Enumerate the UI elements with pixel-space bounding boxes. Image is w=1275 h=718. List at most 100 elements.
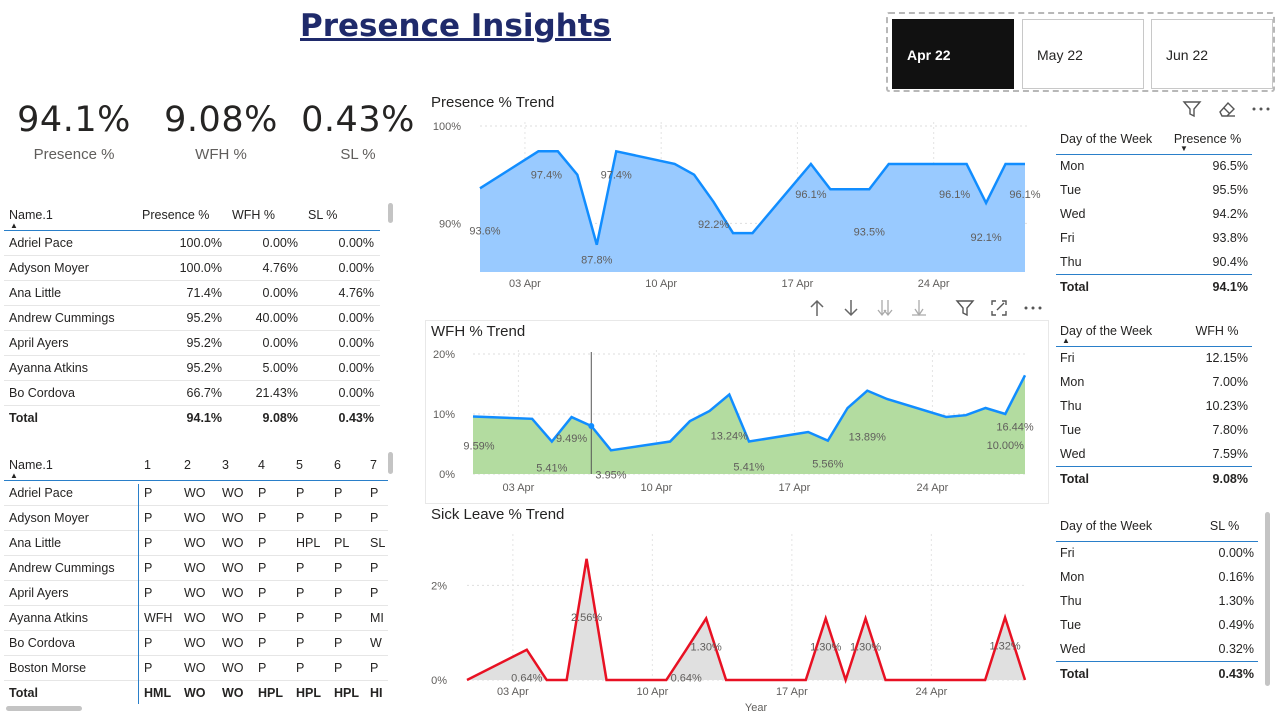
- table-row[interactable]: Adriel Pace P WO WO P P P P: [4, 480, 388, 506]
- column-header-day[interactable]: 4: [252, 450, 290, 481]
- status-cell: P: [138, 555, 178, 581]
- sort-ascending-icon: ▲: [1062, 336, 1070, 345]
- status-cell: P: [290, 505, 328, 531]
- table-row[interactable]: April Ayers 95.2% 0.00% 0.00%: [4, 330, 380, 356]
- total-cell: Total: [4, 404, 134, 431]
- drill-down-icon[interactable]: [840, 297, 862, 319]
- column-header-name[interactable]: Name.1: [4, 200, 134, 231]
- table-row[interactable]: Adyson Moyer P WO WO P P P P: [4, 505, 388, 531]
- data-label: 96.1%: [795, 189, 826, 201]
- focus-mode-icon[interactable]: [988, 297, 1010, 319]
- matrix-scrollbar-horizontal[interactable]: [6, 706, 82, 711]
- table-row[interactable]: Ana Little 71.4% 0.00% 4.76%: [4, 280, 380, 306]
- column-header-wfh[interactable]: WFH %: [1171, 316, 1252, 347]
- table-row[interactable]: Tue 0.49%: [1056, 613, 1258, 637]
- column-header-sl[interactable]: SL %: [1185, 511, 1258, 542]
- y-tick-label: 2%: [431, 580, 447, 592]
- drill-up-icon[interactable]: [806, 297, 828, 319]
- column-header-day[interactable]: 3: [216, 450, 252, 481]
- slicer-item-jun[interactable]: Jun 22: [1151, 19, 1273, 89]
- table-cell: 0.00%: [228, 230, 304, 256]
- total-cell: WO: [216, 679, 252, 706]
- total-cell: HPL: [328, 679, 364, 706]
- column-header-wfh[interactable]: WFH %: [228, 200, 304, 231]
- day-cell: Fri: [1060, 351, 1075, 366]
- table-row[interactable]: Adyson Moyer 100.0% 4.76% 0.00%: [4, 255, 380, 281]
- sl-table-scrollbar[interactable]: [1265, 512, 1270, 686]
- status-cell: P: [252, 605, 290, 631]
- table-row[interactable]: Thu 1.30%: [1056, 589, 1258, 613]
- column-header-presence[interactable]: Presence %: [1165, 124, 1252, 155]
- table-row[interactable]: Mon 96.5%: [1056, 154, 1252, 178]
- data-label: 5.56%: [812, 459, 843, 471]
- column-header-day[interactable]: 1: [138, 450, 178, 481]
- table-cell: 100.0%: [134, 230, 228, 256]
- table-row[interactable]: Ayanna Atkins 95.2% 5.00% 0.00%: [4, 355, 380, 381]
- table-row[interactable]: Wed 94.2%: [1056, 202, 1252, 226]
- status-cell: P: [364, 505, 388, 531]
- value-cell: 0.32%: [1218, 641, 1254, 656]
- table-row[interactable]: Andrew Cummings 95.2% 40.00% 0.00%: [4, 305, 380, 331]
- table-row[interactable]: Mon 7.00%: [1056, 370, 1252, 394]
- x-tick-label: 03 Apr: [497, 686, 529, 698]
- table-row[interactable]: Mon 0.16%: [1056, 565, 1258, 589]
- status-cell: MI: [364, 605, 388, 631]
- table-row[interactable]: Bo Cordova 66.7% 21.43% 0.00%: [4, 380, 380, 406]
- table-row[interactable]: April Ayers P WO WO P P P P: [4, 580, 388, 606]
- slicer-item-apr[interactable]: Apr 22: [892, 19, 1014, 89]
- column-header-presence[interactable]: Presence %: [134, 200, 228, 231]
- table-row[interactable]: Boston Morse P WO WO P P P P: [4, 655, 388, 681]
- slicer-item-may[interactable]: May 22: [1022, 19, 1144, 89]
- table-row[interactable]: Ayanna Atkins WFH WO WO P P P MI: [4, 605, 388, 631]
- table-row[interactable]: Bo Cordova P WO WO P P P W: [4, 630, 388, 656]
- column-header-day[interactable]: 6: [328, 450, 364, 481]
- table-row[interactable]: Wed 0.32%: [1056, 637, 1258, 661]
- column-header-day[interactable]: Day of the Week: [1056, 316, 1172, 347]
- status-cell: WO: [216, 505, 252, 531]
- status-cell: P: [252, 480, 290, 506]
- filter-icon[interactable]: [1181, 98, 1203, 120]
- table-cell: 71.4%: [134, 280, 228, 306]
- expand-all-icon[interactable]: [908, 297, 930, 319]
- status-cell: P: [290, 630, 328, 656]
- sl-trend-chart[interactable]: 2% 0% 03 Apr 10 Apr 17 Apr 24 Apr 0.64% 2.56% 0.…: [425, 524, 1045, 718]
- table-cell: 0.00%: [304, 305, 380, 331]
- more-options-icon[interactable]: [1022, 297, 1044, 319]
- filter-icon[interactable]: [954, 297, 976, 319]
- table-row[interactable]: Fri 12.15%: [1056, 346, 1252, 370]
- more-options-icon[interactable]: [1250, 98, 1272, 120]
- month-slicer: Apr 22 May 22 Jun 22: [886, 12, 1275, 92]
- employee-table-scrollbar[interactable]: [388, 203, 393, 223]
- status-cell: WO: [178, 555, 216, 581]
- table-row[interactable]: Tue 95.5%: [1056, 178, 1252, 202]
- table-row[interactable]: Thu 10.23%: [1056, 394, 1252, 418]
- table-row[interactable]: Ana Little P WO WO P HPL PL SL: [4, 530, 388, 556]
- column-header-day[interactable]: 5: [290, 450, 328, 481]
- column-header-day[interactable]: 2: [178, 450, 216, 481]
- status-cell: P: [328, 505, 364, 531]
- series-line: [466, 558, 1027, 685]
- table-row[interactable]: Tue 7.80%: [1056, 418, 1252, 442]
- column-header-name[interactable]: Name.1: [4, 450, 138, 481]
- x-tick-label: 17 Apr: [776, 686, 808, 698]
- table-row[interactable]: Thu 90.4%: [1056, 250, 1252, 274]
- matrix-scrollbar-vertical[interactable]: [388, 452, 393, 474]
- status-cell: P: [328, 480, 364, 506]
- column-header-sl[interactable]: SL %: [304, 200, 380, 231]
- table-row[interactable]: Andrew Cummings P WO WO P P P P: [4, 555, 388, 581]
- eraser-icon[interactable]: [1216, 98, 1238, 120]
- data-label: 13.89%: [849, 432, 887, 444]
- kpi-value: 0.43%: [301, 100, 415, 140]
- column-header-day[interactable]: 7: [364, 450, 388, 481]
- column-header-day[interactable]: Day of the Week: [1056, 511, 1186, 542]
- column-header-day[interactable]: Day of the Week: [1056, 124, 1166, 155]
- table-row[interactable]: Adriel Pace 100.0% 0.00% 0.00%: [4, 230, 380, 256]
- wfh-trend-chart[interactable]: 20% 10% 0% 03 Apr 10 Apr 17 Apr 24 Apr 9.59% 5.4…: [425, 340, 1045, 498]
- table-row[interactable]: Fri 93.8%: [1056, 226, 1252, 250]
- table-row[interactable]: Wed 7.59%: [1056, 442, 1252, 466]
- total-cell: 9.08%: [228, 404, 304, 431]
- kpi-presence: 94.1% Presence %: [4, 100, 144, 163]
- table-row[interactable]: Fri 0.00%: [1056, 541, 1258, 565]
- expand-next-level-icon[interactable]: [874, 297, 896, 319]
- presence-trend-chart[interactable]: 100% 90% 03 Apr 10 Apr 17 Apr 24 Apr 93.6% 97.4…: [425, 112, 1045, 294]
